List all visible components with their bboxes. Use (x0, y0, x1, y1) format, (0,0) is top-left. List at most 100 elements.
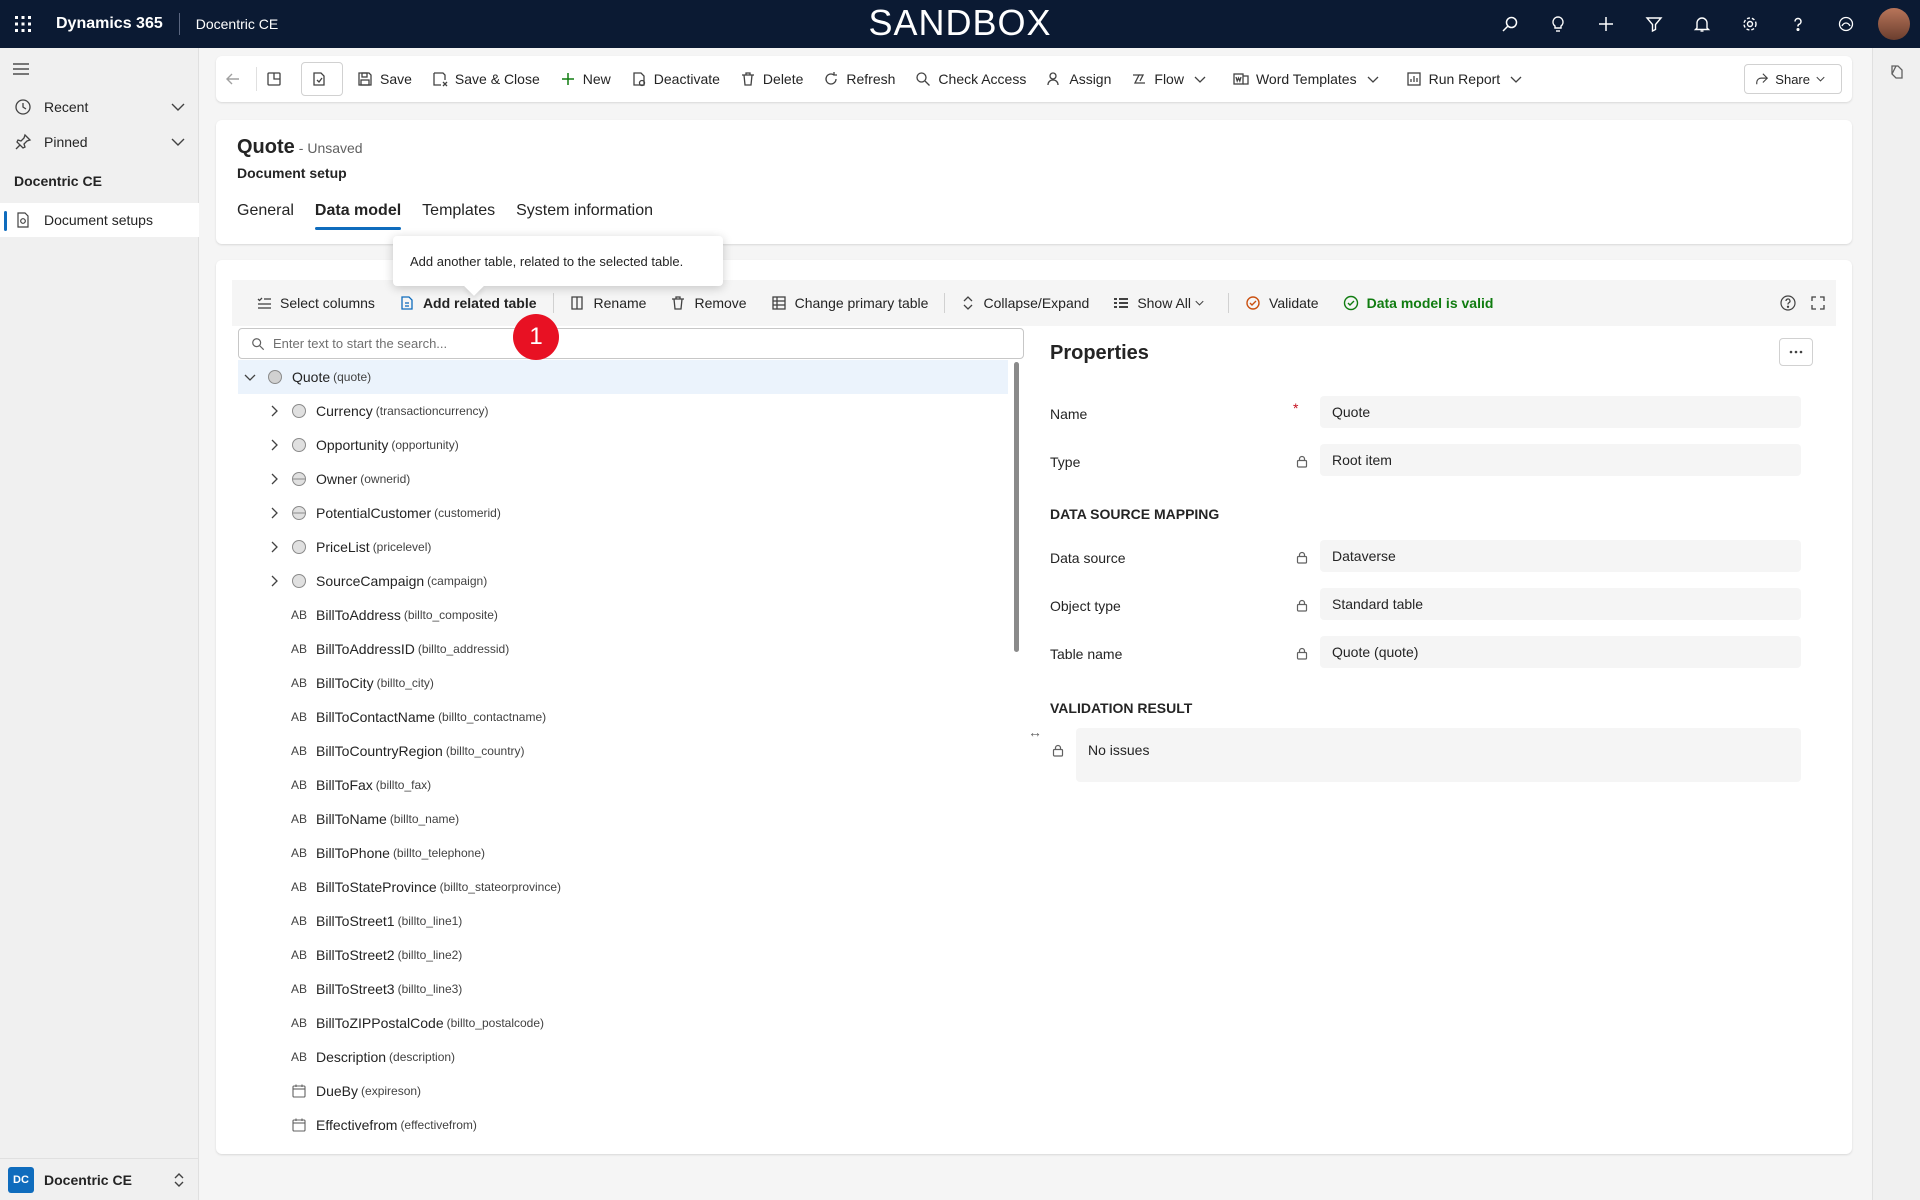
search-input[interactable] (273, 336, 973, 351)
tab-data-model[interactable]: Data model (314, 202, 402, 230)
flow-button[interactable]: Flow (1121, 56, 1223, 102)
chevron-down-icon (1194, 76, 1213, 83)
more-options-button[interactable] (1779, 338, 1813, 366)
app-name[interactable]: Dynamics 365 (56, 15, 163, 33)
new-button[interactable]: New (550, 56, 621, 102)
tree-field-node[interactable]: AB BillToStateProvince (billto_stateorprov… (238, 870, 1008, 904)
sandbox-label: SANDBOX (868, 2, 1052, 43)
tree-node-system-name: (billto_addressid) (417, 642, 510, 656)
tab-system-information[interactable]: System information (516, 202, 653, 230)
tab-general[interactable]: General (237, 202, 294, 230)
add-related-table-button[interactable]: Add related table (387, 295, 549, 311)
validate-button[interactable]: Validate (1233, 295, 1331, 311)
tree-node-name: PotentialCustomer (316, 505, 432, 521)
tree-search[interactable] (238, 328, 1024, 359)
chevron-right-icon[interactable] (266, 473, 282, 485)
share-button[interactable]: Share (1744, 64, 1842, 94)
check-access-button[interactable]: Check Access (905, 56, 1036, 102)
data-source-field: Dataverse (1320, 540, 1801, 572)
form-settings-button[interactable] (301, 62, 343, 96)
nav-recent[interactable]: Recent (0, 90, 199, 124)
plus-icon[interactable] (1582, 0, 1630, 48)
chevron-down-icon[interactable] (171, 138, 185, 146)
search-icon[interactable] (1486, 0, 1534, 48)
tree-field-node[interactable]: AB BillToAddress (billto_composite) (238, 598, 1008, 632)
tree-relation-node[interactable]: SourceCampaign (campaign) (238, 564, 1008, 598)
name-field[interactable]: Quote (1320, 396, 1801, 428)
nav-pinned[interactable]: Pinned (0, 125, 199, 159)
chevron-down-icon[interactable] (242, 374, 258, 381)
text-field-icon: AB (290, 1050, 307, 1064)
tree-relation-node[interactable]: PotentialCustomer (customerid) (238, 496, 1008, 530)
help-icon[interactable] (1780, 295, 1796, 311)
tree-node-system-name: (opportunity) (391, 438, 459, 452)
save-close-button[interactable]: Save & Close (422, 56, 550, 102)
pane-resize-handle[interactable]: ↔ (1028, 724, 1042, 740)
tree-field-node[interactable]: AB BillToZIPPostalCode (billto_postalcode) (238, 1006, 1008, 1040)
tree-node-system-name: (billto_stateorprovince) (439, 880, 562, 894)
text-field-icon: AB (290, 914, 307, 928)
word-templates-button[interactable]: Word Templates (1223, 56, 1396, 102)
user-avatar[interactable] (1878, 8, 1910, 40)
copilot-icon[interactable] (1887, 62, 1907, 82)
rename-button[interactable]: Rename (558, 295, 659, 311)
tree-field-node[interactable]: AB Description (description) (238, 1040, 1008, 1074)
chevron-right-icon[interactable] (266, 541, 282, 553)
chevron-down-icon[interactable] (171, 103, 185, 111)
deactivate-label: Deactivate (653, 71, 720, 87)
type-field: Root item (1320, 444, 1801, 476)
tab-templates[interactable]: Templates (422, 202, 495, 230)
chevron-right-icon[interactable] (266, 507, 282, 519)
tree-relation-node[interactable]: PriceList (pricelevel) (238, 530, 1008, 564)
tree-node-name: BillToStreet3 (316, 981, 395, 997)
collapse-expand-button[interactable]: Collapse/Expand (949, 295, 1101, 311)
assign-button[interactable]: Assign (1036, 56, 1121, 102)
chevron-right-icon[interactable] (266, 575, 282, 587)
run-report-button[interactable]: Run Report (1396, 56, 1540, 102)
tree-root-node[interactable]: Quote (quote) (238, 360, 1008, 394)
remove-button[interactable]: Remove (658, 295, 758, 311)
help-icon[interactable] (1774, 0, 1822, 48)
tree-field-node[interactable]: DueBy (expireson) (238, 1074, 1008, 1108)
chevron-right-icon[interactable] (266, 439, 282, 451)
tree-relation-node[interactable]: Opportunity (opportunity) (238, 428, 1008, 462)
lightbulb-icon[interactable] (1534, 0, 1582, 48)
environment-name[interactable]: Docentric CE (196, 16, 278, 32)
tree-node-system-name: (quote) (333, 370, 372, 384)
back-button[interactable] (216, 56, 256, 102)
tree-field-node[interactable]: AB BillToStreet1 (billto_line1) (238, 904, 1008, 938)
gear-icon[interactable] (1726, 0, 1774, 48)
tree-field-node[interactable]: AB BillToName (billto_name) (238, 802, 1008, 836)
refresh-button[interactable]: Refresh (813, 56, 905, 102)
tree-relation-node[interactable]: Currency (transactioncurrency) (238, 394, 1008, 428)
show-all-dropdown[interactable]: Show All (1101, 295, 1224, 311)
delete-button[interactable]: Delete (730, 56, 813, 102)
save-button[interactable]: Save (347, 56, 422, 102)
tree-field-node[interactable]: AB BillToCountryRegion (billto_country) (238, 734, 1008, 768)
bell-icon[interactable] (1678, 0, 1726, 48)
filter-icon[interactable] (1630, 0, 1678, 48)
tree-field-node[interactable]: AB BillToCity (billto_city) (238, 666, 1008, 700)
deactivate-button[interactable]: Deactivate (621, 56, 730, 102)
tree-field-node[interactable]: AB BillToContactName (billto_contactname) (238, 700, 1008, 734)
open-in-new-window-button[interactable] (257, 56, 297, 102)
tree-relation-node[interactable]: Owner (ownerid) (238, 462, 1008, 496)
chevron-right-icon[interactable] (266, 405, 282, 417)
tree-field-node[interactable]: AB BillToStreet3 (billto_line3) (238, 972, 1008, 1006)
tree-field-node[interactable]: AB BillToStreet2 (billto_line2) (238, 938, 1008, 972)
area-switcher[interactable]: DC Docentric CE (0, 1158, 199, 1200)
hamburger-icon[interactable] (12, 62, 30, 76)
tree-field-node[interactable]: AB BillToAddressID (billto_addressid) (238, 632, 1008, 666)
tree-field-node[interactable]: AB BillToFax (billto_fax) (238, 768, 1008, 802)
tree-field-node[interactable]: Effectivefrom (effectivefrom) (238, 1108, 1008, 1142)
copilot-icon[interactable] (1822, 0, 1870, 48)
app-launcher-icon[interactable] (0, 0, 46, 48)
sidebar-item-document-setups[interactable]: Document setups (0, 203, 199, 237)
show-all-label: Show All (1137, 295, 1192, 311)
select-columns-button[interactable]: Select columns (244, 295, 387, 311)
fullscreen-icon[interactable] (1810, 295, 1826, 311)
tree-scrollbar[interactable] (1014, 362, 1019, 652)
change-primary-table-button[interactable]: Change primary table (759, 295, 941, 311)
table-icon (290, 403, 308, 419)
tree-field-node[interactable]: AB BillToPhone (billto_telephone) (238, 836, 1008, 870)
